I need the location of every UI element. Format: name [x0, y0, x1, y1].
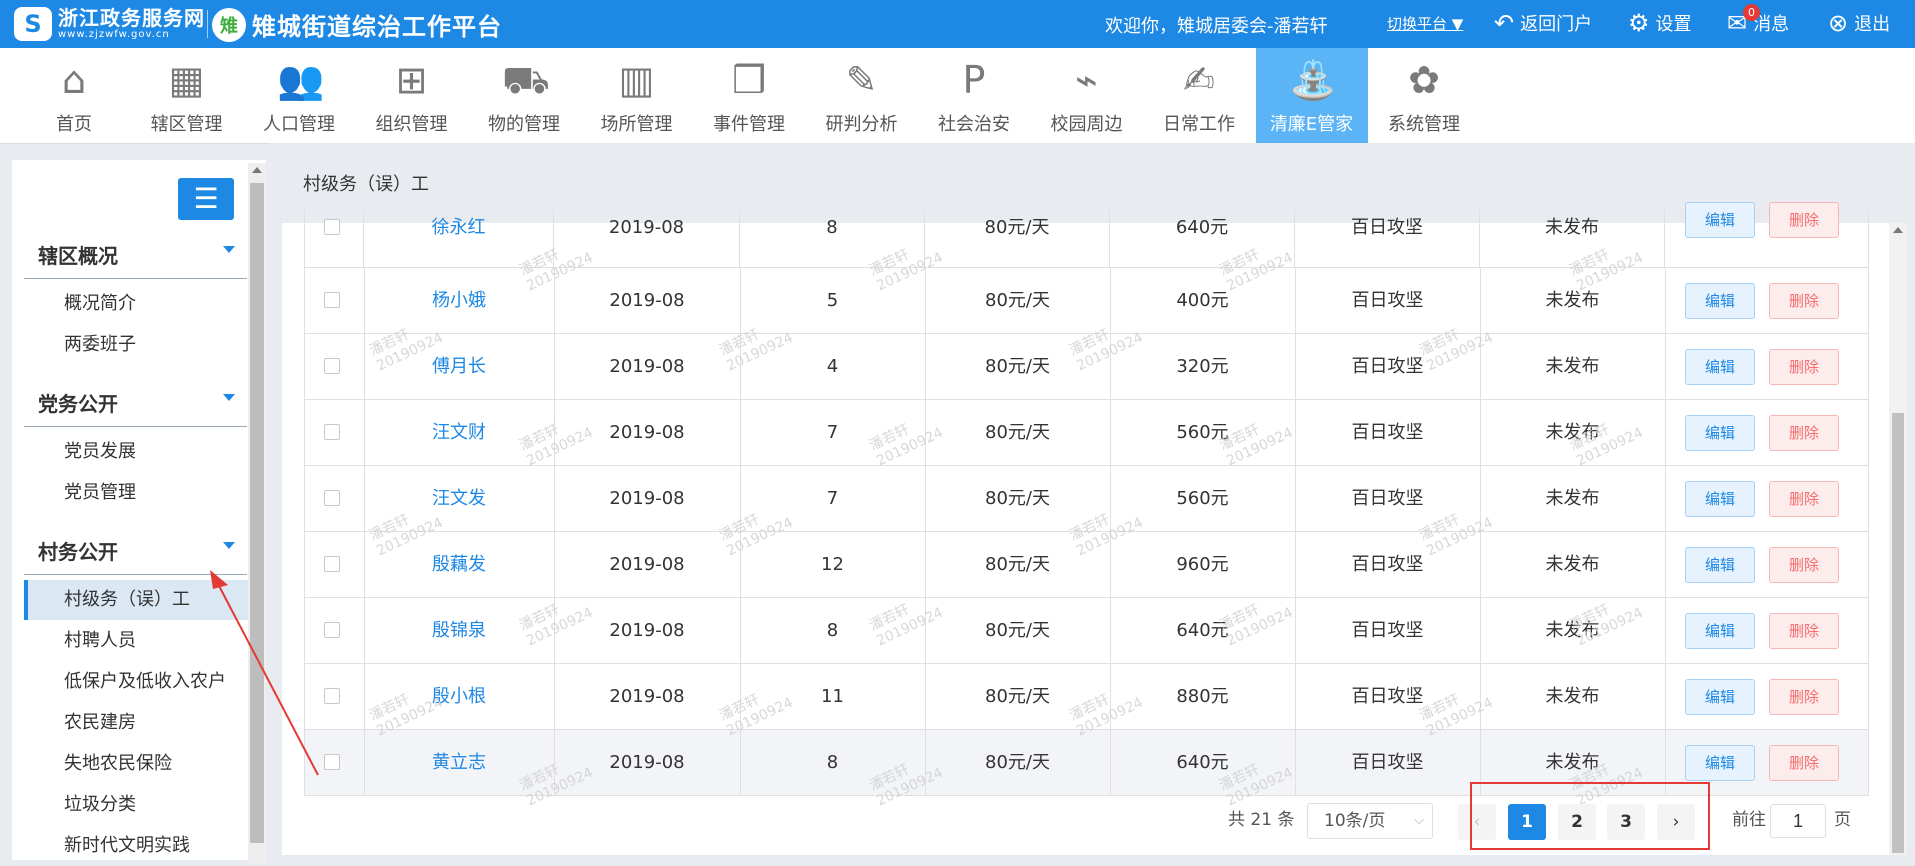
annotation-arrow — [210, 570, 319, 776]
